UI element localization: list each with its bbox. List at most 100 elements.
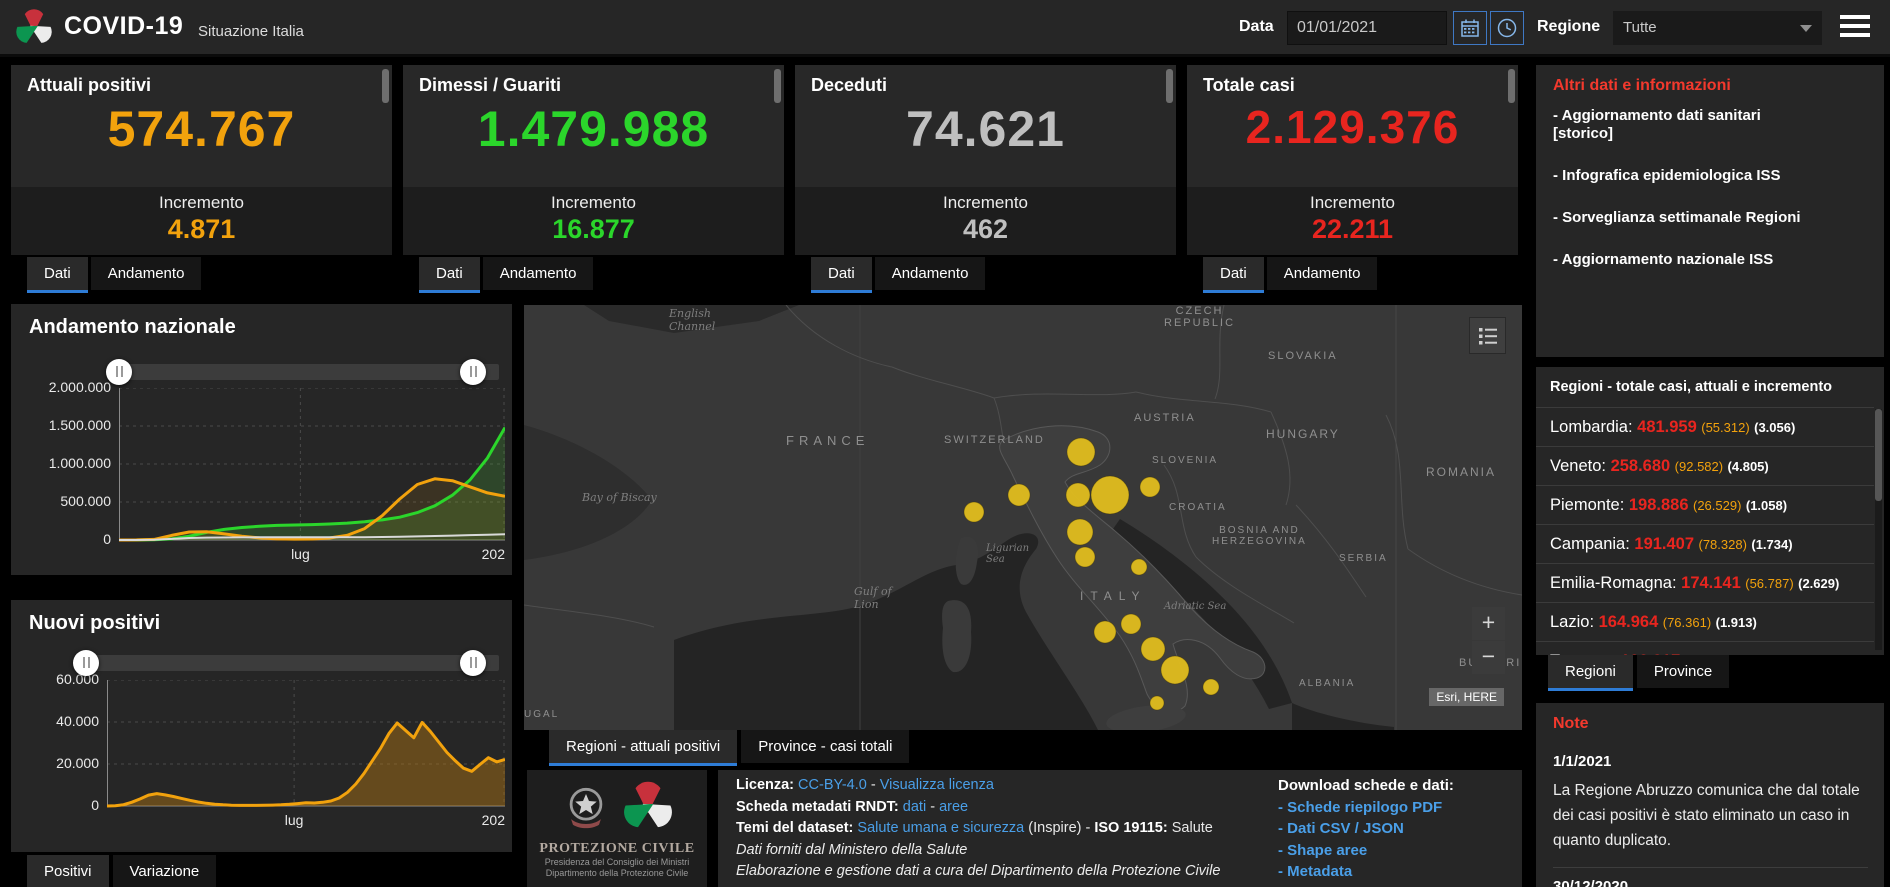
region-row: Veneto: 258.680 (92.582) (4.805) xyxy=(1536,446,1874,485)
chart-tab-positivi[interactable]: Positivi xyxy=(27,855,109,887)
card-attuali-positivi-tab-andamento[interactable]: Andamento xyxy=(90,257,202,290)
region-current: (26.529) xyxy=(1692,498,1742,513)
download-link[interactable]: - Metadata xyxy=(1278,861,1454,883)
card-increment-value: 22.211 xyxy=(1311,214,1394,244)
chart-tab-variazione[interactable]: Variazione xyxy=(112,855,217,887)
map-data-bubble[interactable] xyxy=(1090,475,1130,515)
stat-card-attuali-positivi: Attuali positivi 574.767 Incremento 4.87… xyxy=(11,65,392,255)
region-row: Emilia-Romagna: 174.141 (56.787) (2.629) xyxy=(1536,563,1874,602)
card-deceduti-tab-andamento[interactable]: Andamento xyxy=(874,257,986,290)
scrollbar-thumb[interactable] xyxy=(1875,409,1882,501)
license-link[interactable]: dati xyxy=(903,799,926,815)
region-name: Emilia-Romagna: xyxy=(1550,574,1682,592)
legend-list-icon xyxy=(1478,327,1497,344)
map-data-bubble[interactable] xyxy=(1202,678,1220,696)
map-tab-province-casi-totali[interactable]: Province - casi totali xyxy=(741,730,910,763)
region-total: 174.141 xyxy=(1681,574,1741,592)
map-tab-regioni-attuali-positivi[interactable]: Regioni - attuali positivi xyxy=(549,730,738,766)
map-legend-button[interactable] xyxy=(1469,317,1506,354)
range-slider-track[interactable] xyxy=(107,364,499,380)
download-link[interactable]: - Shape aree xyxy=(1278,840,1454,862)
card-scrollbar[interactable] xyxy=(1166,69,1173,103)
date-label: Data xyxy=(1239,18,1274,35)
andamento-nazionale-chart xyxy=(119,388,505,542)
license-link[interactable]: Visualizza licenza xyxy=(880,777,994,793)
app-subtitle: Situazione Italia xyxy=(198,23,304,40)
calendar-button[interactable] xyxy=(1453,11,1487,45)
map-data-bubble[interactable] xyxy=(1093,620,1117,644)
license-link[interactable]: CC-BY-4.0 xyxy=(798,777,867,793)
region-total: 191.407 xyxy=(1634,535,1695,553)
card-increment-value: 16.877 xyxy=(552,214,635,244)
region-row: Campania: 191.407 (78.328) (1.734) xyxy=(1536,524,1874,563)
map-data-bubble[interactable] xyxy=(1007,483,1031,507)
map-data-bubble[interactable] xyxy=(1139,476,1161,498)
license-text: Scheda metadati RNDT: xyxy=(736,798,903,815)
list-tab-province[interactable]: Province xyxy=(1636,655,1730,688)
range-slider-handle-left[interactable] xyxy=(73,650,99,676)
region-name: Lazio: xyxy=(1550,613,1599,631)
range-slider-handle-right[interactable] xyxy=(460,359,486,385)
card-totale-casi-tab-andamento[interactable]: Andamento xyxy=(1266,257,1378,290)
download-link[interactable]: - Schede riepilogo PDF xyxy=(1278,797,1454,819)
region-total: 164.964 xyxy=(1598,613,1659,631)
range-slider-handle-left[interactable] xyxy=(106,359,132,385)
panel-title: Note xyxy=(1553,715,1589,732)
region-select[interactable]: Tutte xyxy=(1613,11,1822,45)
zoom-in-button[interactable]: + xyxy=(1472,607,1505,640)
map-data-bubble[interactable] xyxy=(1140,636,1166,662)
europe-map[interactable]: FRANCE SWITZERLAND AUSTRIA HUNGARY SLOVAKIA C… xyxy=(524,305,1522,730)
map-attribution: Esri, HERE xyxy=(1429,688,1504,706)
zoom-out-button[interactable]: − xyxy=(1472,641,1505,674)
card-scrollbar[interactable] xyxy=(1508,69,1515,103)
map-data-bubble[interactable] xyxy=(1130,558,1148,576)
license-link[interactable]: aree xyxy=(939,799,968,815)
map-data-bubble[interactable] xyxy=(1065,482,1091,508)
license-link[interactable]: Salute umana e sicurezza xyxy=(857,820,1024,836)
region-current: (56.787) xyxy=(1745,576,1794,591)
list-tab-regioni[interactable]: Regioni xyxy=(1548,655,1633,691)
card-attuali-positivi-tab-dati[interactable]: Dati xyxy=(27,257,88,293)
download-block: Download schede e dati: - Schede riepilo… xyxy=(1278,775,1454,883)
info-link[interactable]: - Infografica epidemiologica ISS xyxy=(1553,167,1870,185)
region-row: Lombardia: 481.959 (55.312) (3.056) xyxy=(1536,407,1874,446)
info-link[interactable]: - Aggiornamento nazionale ISS xyxy=(1553,251,1870,269)
region-row: Toscana: 122.917 (8.635) (723) xyxy=(1536,641,1874,655)
license-line: Licenza: CC-BY-4.0 - Visualizza licenza xyxy=(736,775,1220,797)
range-slider-handle-right[interactable] xyxy=(460,650,486,676)
note-text: La Regione Abruzzo comunica che dal tota… xyxy=(1553,782,1860,849)
license-text: Licenza: xyxy=(736,777,799,793)
map-data-bubble[interactable] xyxy=(1066,518,1094,546)
info-link[interactable]: - Sorveglianza settimanale Regioni xyxy=(1553,209,1870,227)
card-dimessi-guariti-tab-andamento[interactable]: Andamento xyxy=(482,257,594,290)
y-axis-tick: 40.000 xyxy=(56,713,99,729)
license-line: Dati forniti dal Ministero della Salute xyxy=(736,840,1220,862)
range-slider-track[interactable] xyxy=(86,655,499,671)
card-scrollbar[interactable] xyxy=(774,69,781,103)
region-select-value: Tutte xyxy=(1623,19,1657,36)
card-deceduti-tab-dati[interactable]: Dati xyxy=(811,257,872,293)
map-data-bubble[interactable] xyxy=(1120,613,1142,635)
scrollbar[interactable] xyxy=(1875,409,1882,650)
card-totale-casi-tab-dati[interactable]: Dati xyxy=(1203,257,1264,293)
map-data-bubble[interactable] xyxy=(1066,437,1096,467)
card-scrollbar[interactable] xyxy=(382,69,389,103)
region-delta: (3.056) xyxy=(1754,420,1796,435)
map-data-bubble[interactable] xyxy=(963,501,985,523)
card-top: Deceduti 74.621 xyxy=(795,65,1176,187)
license-text: - xyxy=(866,777,880,793)
menu-button[interactable] xyxy=(1840,15,1870,42)
time-button[interactable] xyxy=(1490,11,1524,45)
card-title: Attuali positivi xyxy=(27,75,152,95)
download-link[interactable]: - Dati CSV / JSON xyxy=(1278,818,1454,840)
card-dimessi-guariti-tab-dati[interactable]: Dati xyxy=(419,257,480,293)
note-entry: 1/1/2021 La Regione Abruzzo comunica che … xyxy=(1553,743,1868,867)
panel-title: Andamento nazionale xyxy=(29,316,236,338)
card-increment-value: 4.871 xyxy=(167,214,236,244)
region-total: 258.680 xyxy=(1610,457,1671,475)
map-data-bubble[interactable] xyxy=(1160,655,1190,685)
map-data-bubble[interactable] xyxy=(1149,695,1165,711)
date-input[interactable]: 01/01/2021 xyxy=(1287,11,1447,45)
map-data-bubble[interactable] xyxy=(1074,546,1096,568)
info-link[interactable]: - Aggiornamento dati sanitari [storico] xyxy=(1553,107,1870,143)
